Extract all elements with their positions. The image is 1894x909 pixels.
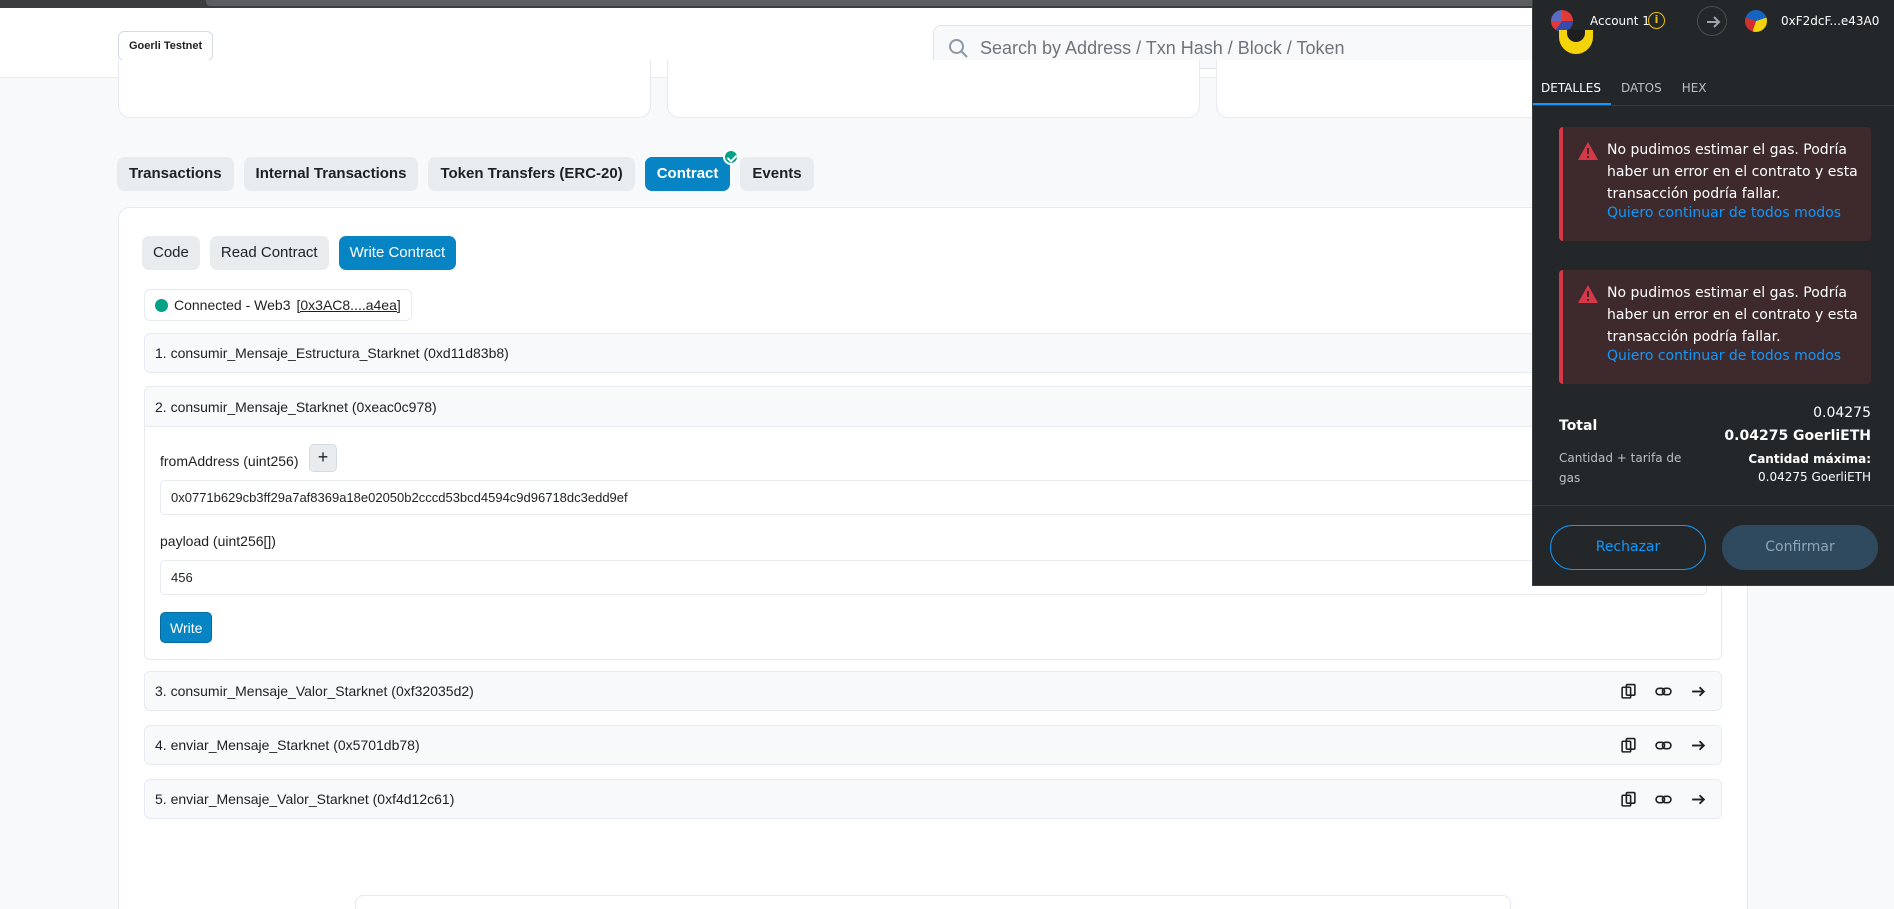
account-avatar[interactable] [1551, 10, 1573, 32]
alert-message: No pudimos estimar el gas. Podría haber … [1607, 142, 1858, 202]
confirm-button[interactable]: Confirmar [1722, 525, 1878, 570]
function-actions [1620, 780, 1707, 818]
tab-events[interactable]: Events [740, 157, 814, 191]
function-expanded: 2. consumir_Mensaje_Starknet (0xeac0c978… [144, 386, 1722, 660]
account-name[interactable]: Account 1 [1590, 14, 1650, 28]
tab-datos[interactable]: DATOS [1611, 70, 1672, 105]
add-param-button[interactable]: + [309, 444, 337, 472]
arrow-right-icon[interactable] [1690, 737, 1707, 754]
write-button[interactable]: Write [160, 612, 213, 643]
function-label: 4. enviar_Mensaje_Starknet (0x5701db78) [155, 737, 420, 753]
metamask-fox-icon [1559, 30, 1593, 54]
browser-tab[interactable] [206, 0, 1536, 6]
total-amount-currency: 0.04275 GoerliETH [1724, 428, 1871, 444]
function-label: 2. consumir_Mensaje_Starknet (0xeac0c978… [155, 399, 437, 415]
function-label: 3. consumir_Mensaje_Valor_Starknet (0xf3… [155, 683, 474, 699]
function-label: 5. enviar_Mensaje_Valor_Starknet (0xf4d1… [155, 791, 455, 807]
arrow-right-icon[interactable] [1690, 791, 1707, 808]
copy-icon[interactable] [1620, 791, 1637, 808]
alert-message: No pudimos estimar el gas. Podría haber … [1607, 285, 1858, 345]
gas-error-alert: No pudimos estimar el gas. Podría haber … [1559, 270, 1871, 384]
max-amount-value: 0.04275 GoerliETH [1758, 470, 1871, 484]
sub-tab-write-contract[interactable]: Write Contract [338, 236, 457, 270]
link-icon[interactable] [1655, 791, 1672, 808]
param-label-fromaddress: fromAddress (uint256) [160, 453, 299, 469]
connection-status-text: Connected - Web3 [174, 297, 291, 313]
connected-dot-icon [155, 298, 168, 312]
warning-icon [1578, 285, 1598, 303]
verified-check-icon [723, 149, 740, 165]
total-label: Total [1559, 418, 1598, 434]
link-icon[interactable] [1655, 737, 1672, 754]
fromaddress-input[interactable] [160, 480, 1707, 515]
tab-contract-label: Contract [656, 165, 719, 182]
search-icon [949, 39, 968, 58]
reject-button[interactable]: Rechazar [1550, 525, 1706, 570]
metamask-tabs: DETALLES DATOS HEX [1533, 70, 1894, 106]
tab-token-transfers[interactable]: Token Transfers (ERC-20) [428, 157, 635, 191]
payload-input[interactable] [160, 560, 1707, 595]
function-actions [1620, 726, 1707, 764]
metamask-popup: Account 1 i 0xF2dcF...e43A0 DETALLES DAT… [1532, 0, 1894, 586]
search-input[interactable] [980, 34, 1540, 62]
tab-hex[interactable]: HEX [1672, 70, 1717, 105]
copy-icon[interactable] [1620, 683, 1637, 700]
link-icon[interactable] [1655, 683, 1672, 700]
function-row[interactable]: 5. enviar_Mensaje_Valor_Starknet (0xf4d1… [144, 779, 1722, 819]
destination-address[interactable]: 0xF2dcF...e43A0 [1781, 14, 1879, 28]
arrow-right-icon[interactable] [1690, 683, 1707, 700]
param-label-payload: payload (uint256[]) [160, 533, 276, 549]
tab-internal-transactions[interactable]: Internal Transactions [243, 157, 419, 191]
function-row[interactable]: 1. consumir_Mensaje_Estructura_Starknet … [144, 333, 1722, 373]
function-label: 1. consumir_Mensaje_Estructura_Starknet … [155, 345, 509, 361]
max-amount-label: Cantidad máxima: [1748, 452, 1871, 466]
sub-tab-code[interactable]: Code [142, 236, 200, 270]
destination-avatar [1745, 10, 1767, 32]
function-actions [1620, 672, 1707, 710]
copy-icon[interactable] [1620, 737, 1637, 754]
total-section: Total 0.04275 0.04275 GoerliETH Cantidad… [1533, 396, 1894, 506]
footer-card [355, 895, 1511, 909]
total-amount: 0.04275 [1813, 405, 1871, 421]
web3-connection-status[interactable]: Connected - Web3 [0x3AC8....a4ea] [144, 289, 412, 321]
address-tabs: Transactions Internal Transactions Token… [117, 149, 814, 191]
function-header[interactable]: 2. consumir_Mensaje_Starknet (0xeac0c978… [145, 387, 1721, 427]
warning-icon [1578, 142, 1598, 160]
arrow-right-circle-icon [1697, 6, 1727, 36]
continue-anyway-link[interactable]: Quiero continuar de todos modos [1607, 348, 1841, 364]
total-subtitle: Cantidad + tarifa de gas [1559, 451, 1682, 485]
connected-address[interactable]: [0x3AC8....a4ea] [296, 290, 400, 320]
contract-sub-tabs: Code Read Contract Write Contract [142, 236, 457, 270]
sub-tab-read-contract[interactable]: Read Contract [209, 236, 329, 270]
tab-transactions[interactable]: Transactions [117, 157, 234, 191]
gas-error-alert: No pudimos estimar el gas. Podría haber … [1559, 127, 1871, 241]
tab-contract[interactable]: Contract [644, 149, 740, 191]
function-row[interactable]: 3. consumir_Mensaje_Valor_Starknet (0xf3… [144, 671, 1722, 711]
network-badge[interactable]: Goerli Testnet [118, 31, 214, 61]
continue-anyway-link[interactable]: Quiero continuar de todos modos [1607, 205, 1841, 221]
more-info-card [667, 60, 1200, 118]
multichain-card [1216, 60, 1546, 118]
info-icon[interactable]: i [1648, 12, 1665, 29]
tab-detalles[interactable]: DETALLES [1533, 70, 1611, 105]
function-row[interactable]: 4. enviar_Mensaje_Starknet (0x5701db78) [144, 725, 1722, 765]
overview-card [118, 60, 651, 118]
